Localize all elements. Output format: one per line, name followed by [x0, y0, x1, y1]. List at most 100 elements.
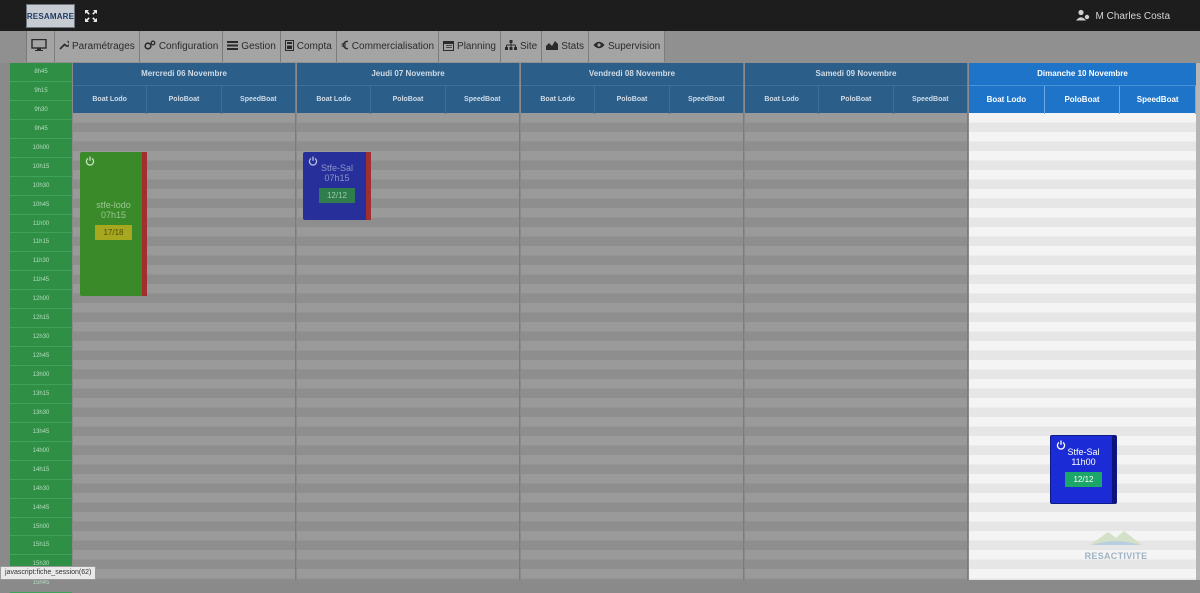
list-icon [227, 40, 239, 53]
power-icon[interactable] [85, 156, 95, 166]
time-slot: 9h30 [10, 101, 72, 120]
resource-header: SpeedBoat [464, 96, 501, 103]
browser-status-bar: javascript:fiche_session(62) [0, 566, 97, 580]
time-slot: 13h00 [10, 366, 72, 385]
time-slot: 9h15 [10, 82, 72, 101]
occupancy-badge: 17/18 [95, 225, 132, 240]
euro-icon [341, 40, 349, 53]
menu-item-site[interactable]: Site [501, 31, 543, 62]
time-column: 8h45 9h15 9h30 9h45 10h00 10h15 10h30 10h45 11h0… [10, 63, 72, 593]
resource-header: PoloBoat [595, 86, 670, 114]
menu-item-gestion[interactable]: Gestion [223, 31, 281, 62]
power-icon[interactable] [308, 156, 318, 166]
cogs-icon [144, 40, 156, 53]
day-header: Samedi 09 Novembre Boat Lodo PoloBoat Sp… [745, 63, 967, 114]
chart-icon [546, 40, 559, 53]
time-slot: 14h45 [10, 499, 72, 518]
resource-header: PoloBoat [147, 86, 222, 114]
time-slot: 14h30 [10, 480, 72, 499]
slot-rows[interactable] [745, 113, 967, 580]
eye-icon [593, 41, 605, 52]
time-slot: 11h30 [10, 252, 72, 272]
day-column: Mercredi 06 Novembre Boat Lodo PoloBoat … [73, 63, 296, 580]
session-card[interactable]: Stfe-Sal 07h15 12/12 [303, 152, 371, 220]
resource-header: Boat Lodo [969, 86, 1045, 114]
menu-item-label: Site [519, 41, 538, 52]
day-column: Vendredi 08 Novembre Boat Lodo PoloBoat … [521, 63, 744, 580]
occupancy-badge: 12/12 [318, 188, 356, 203]
menu-item-label: Compta [296, 41, 332, 52]
slot-rows[interactable] [969, 113, 1196, 580]
time-slot: 12h15 [10, 309, 72, 329]
time-slot: 14h15 [10, 461, 72, 480]
resource-header: Boat Lodo [745, 86, 820, 114]
sitemap-icon [504, 40, 517, 53]
session-time: 07h15 [324, 173, 350, 183]
session-time: 11h00 [1071, 457, 1096, 467]
menu-item-compta[interactable]: Compta [281, 31, 337, 62]
user-menu[interactable]: M Charles Costa [1075, 9, 1170, 24]
time-slot: 10h30 [10, 177, 72, 196]
fullscreen-icon[interactable] [84, 9, 98, 23]
resource-header: SpeedBoat [1120, 86, 1197, 114]
day-header: Mercredi 06 Novembre Boat Lodo PoloBoat … [73, 63, 295, 114]
time-slot: 8h45 [10, 63, 72, 82]
status-bar-indicator [366, 152, 371, 220]
menu-item-home[interactable] [27, 31, 55, 62]
resource-header: SpeedBoat [912, 96, 949, 103]
watermark-logo: RESACTIVITE [1078, 528, 1154, 564]
calendar-icon [443, 40, 455, 54]
time-slot: 13h15 [10, 385, 72, 404]
planning-grid: Mercredi 06 Novembre Boat Lodo PoloBoat … [73, 63, 968, 580]
time-slot: 10h15 [10, 158, 72, 177]
day-title: Vendredi 08 Novembre [521, 63, 743, 86]
time-slot: 12h00 [10, 290, 72, 310]
menu-item-parametrages[interactable]: Paramétrages [55, 31, 140, 62]
session-name: stfe-lodo [96, 200, 131, 210]
resource-header: PoloBoat [1045, 86, 1121, 114]
time-slot: 15h00 [10, 518, 72, 537]
menu-item-label: Configuration [158, 41, 219, 52]
resource-header: Boat Lodo [521, 86, 596, 114]
status-bar-indicator [142, 152, 147, 296]
power-icon[interactable] [1056, 440, 1066, 450]
user-name: M Charles Costa [1095, 11, 1170, 22]
day-title: Samedi 09 Novembre [745, 63, 967, 86]
resource-header: PoloBoat [819, 86, 894, 114]
day-header: Dimanche 10 Novembre Boat Lodo PoloBoat … [969, 63, 1197, 114]
day-column: Jeudi 07 Novembre Boat Lodo PoloBoat Spe… [297, 63, 520, 580]
occupancy-badge: 12/12 [1065, 472, 1102, 487]
menu-item-label: Supervision [607, 41, 661, 52]
time-slot: 11h45 [10, 271, 72, 291]
time-slot: 14h00 [10, 442, 72, 461]
time-slot: 15h15 [10, 536, 72, 556]
menu-item-label: Stats [561, 41, 584, 52]
time-slot: 13h30 [10, 404, 72, 423]
monitor-icon [31, 38, 47, 54]
session-card[interactable]: stfe-lodo 07h15 17/18 [80, 152, 147, 296]
logo-text: RESAMARE [26, 11, 75, 21]
time-slot: 10h45 [10, 196, 72, 215]
time-slot: 12h30 [10, 328, 72, 348]
menu-item-supervision[interactable]: Supervision [589, 31, 666, 62]
watermark-text: RESACTIVITE [1084, 551, 1148, 561]
session-card[interactable]: Stfe-Sal 11h00 12/12 [1050, 435, 1117, 504]
menu-item-stats[interactable]: Stats [542, 31, 589, 62]
slot-rows[interactable] [521, 113, 743, 580]
time-slot: 9h45 [10, 120, 72, 139]
time-slot: 13h45 [10, 423, 72, 442]
time-slot: 11h00 [10, 215, 72, 234]
menu-item-planning[interactable]: Planning [439, 31, 501, 62]
menu-item-label: Paramétrages [72, 41, 135, 52]
resource-header: SpeedBoat [688, 96, 725, 103]
session-time: 07h15 [100, 210, 127, 220]
resource-header: Boat Lodo [73, 86, 148, 114]
resource-header: Boat Lodo [297, 86, 372, 114]
menu-item-commercialisation[interactable]: Commercialisation [337, 31, 440, 62]
user-icon [1075, 9, 1090, 24]
menu-item-label: Gestion [241, 41, 276, 52]
menu-item-label: Commercialisation [351, 41, 435, 52]
day-title: Jeudi 07 Novembre [297, 63, 519, 86]
menu-item-configuration[interactable]: Configuration [140, 31, 224, 62]
app-logo[interactable]: RESAMARE [26, 4, 75, 28]
